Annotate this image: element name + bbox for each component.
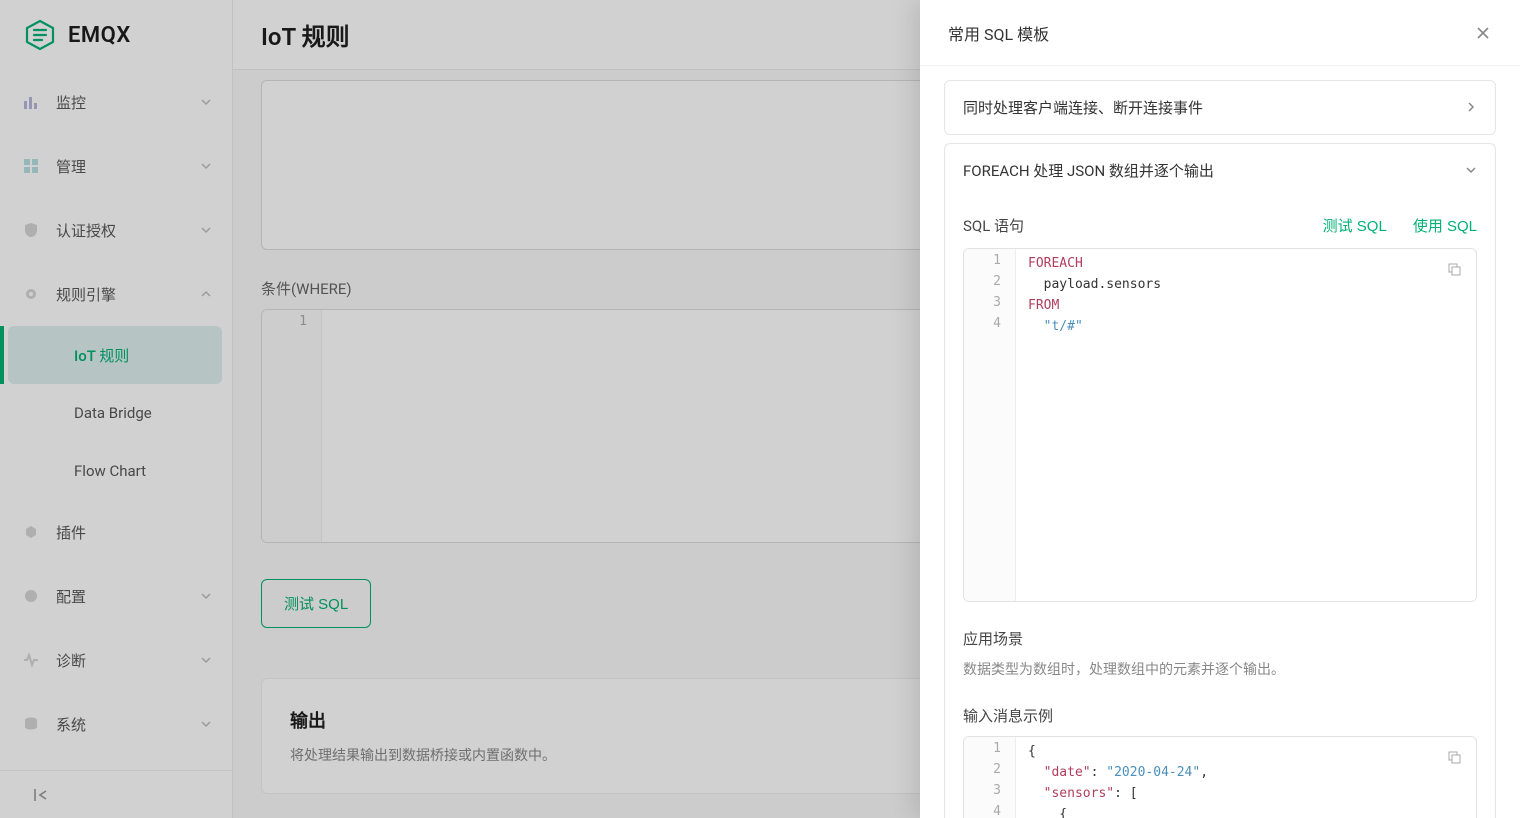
use-sql-link[interactable]: 使用 SQL xyxy=(1413,215,1477,236)
chevron-down-icon xyxy=(1465,162,1477,180)
code-content: FOREACH payload.sensors FROM "t/#" xyxy=(1016,249,1476,341)
close-icon xyxy=(1474,24,1492,42)
line-number: 1 xyxy=(964,741,1015,762)
copy-button[interactable] xyxy=(1446,749,1462,765)
scene-desc: 数据类型为数组时，处理数组中的元素并逐个输出。 xyxy=(963,659,1477,679)
drawer-title: 常用 SQL 模板 xyxy=(948,21,1049,45)
sql-template-drawer: 常用 SQL 模板 同时处理客户端连接、断开连接事件 FOREACH 处理 JS… xyxy=(920,0,1520,818)
drawer-header: 常用 SQL 模板 xyxy=(920,0,1520,66)
scene-label: 应用场景 xyxy=(963,628,1477,649)
chevron-right-icon xyxy=(1465,99,1477,117)
close-button[interactable] xyxy=(1474,24,1492,42)
copy-icon xyxy=(1446,749,1462,765)
line-number: 4 xyxy=(964,804,1015,818)
line-number: 1 xyxy=(964,253,1015,274)
line-number: 4 xyxy=(964,316,1015,337)
test-sql-link[interactable]: 测试 SQL xyxy=(1323,215,1387,236)
line-number: 2 xyxy=(964,274,1015,295)
template-item-closed[interactable]: 同时处理客户端连接、断开连接事件 xyxy=(944,80,1496,135)
template-expanded-content: SQL 语句 测试 SQL 使用 SQL 1 2 3 4 FOREACH xyxy=(944,197,1496,818)
input-example-label: 输入消息示例 xyxy=(963,705,1477,726)
json-code-editor[interactable]: 1 2 3 4 { "date": "2020-04-24", "sensors… xyxy=(963,736,1477,818)
line-number: 3 xyxy=(964,783,1015,804)
line-number: 3 xyxy=(964,295,1015,316)
template-label: FOREACH 处理 JSON 数组并逐个输出 xyxy=(963,160,1214,181)
code-content: { "date": "2020-04-24", "sensors": [ { xyxy=(1016,737,1476,818)
copy-icon xyxy=(1446,261,1462,277)
sql-code-editor[interactable]: 1 2 3 4 FOREACH payload.sensors FROM "t/… xyxy=(963,248,1477,602)
code-gutter: 1 2 3 4 xyxy=(964,249,1016,601)
code-gutter: 1 2 3 4 xyxy=(964,737,1016,818)
line-number: 2 xyxy=(964,762,1015,783)
template-label: 同时处理客户端连接、断开连接事件 xyxy=(963,97,1203,118)
copy-button[interactable] xyxy=(1446,261,1462,277)
sql-statement-label: SQL 语句 xyxy=(963,215,1024,236)
template-item-open[interactable]: FOREACH 处理 JSON 数组并逐个输出 xyxy=(944,143,1496,197)
